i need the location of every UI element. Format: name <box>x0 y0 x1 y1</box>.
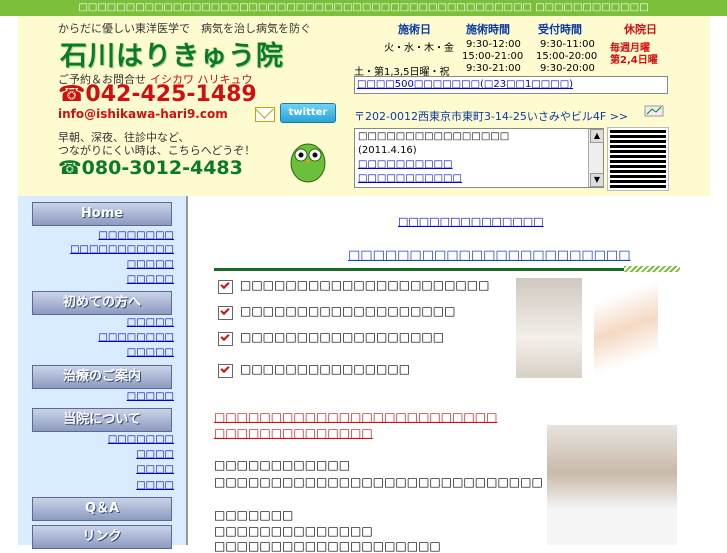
news-link-2[interactable]: □□□□□□□□□□□ <box>358 173 462 184</box>
sidebar-link[interactable]: □□□□□□□□ <box>98 332 174 343</box>
symptom-item: □□□□□□□□□□□□□□□□□□□□□□ <box>240 278 490 292</box>
hours-header-time: 施術時間 <box>466 23 510 36</box>
check-icon <box>218 280 233 294</box>
consult-line-1: 早朝、深夜、往診中など、 <box>58 131 190 144</box>
consult-line-2: つながりにくい時は、こちらへどうぞ！ <box>58 144 256 157</box>
phone-number: ☎042-425-1489 <box>58 82 257 107</box>
hours-row2-time1: 9:30-21:00 <box>466 63 521 74</box>
site-header: からだに優しい東洋医学で 病気を治し病気を防ぐ 石川はりきゅう院 ご予約＆お問合… <box>18 16 710 196</box>
practitioner-photo <box>547 425 677 545</box>
treatment-photo-legs <box>516 278 582 378</box>
email-address[interactable]: info@ishikawa-hari9.com <box>58 107 228 121</box>
hours-row2-recv1: 9:30-20:00 <box>540 63 595 74</box>
nav-treatment-button[interactable]: 治療のご案内 <box>32 365 172 389</box>
sidebar: Home □□□□□□□□ □□□□□□□□□□□ □□□□□ □□□□□ 初め… <box>18 196 188 549</box>
body-text: □□□□□□□□□□□□□□ <box>214 524 373 538</box>
clinic-logo-title[interactable]: 石川はりきゅう院 <box>60 34 284 73</box>
closed-sunday: 第2,4日曜 <box>610 55 658 66</box>
sidebar-link[interactable]: □□□□□ <box>127 259 174 270</box>
twitter-button[interactable]: twitter <box>280 103 336 123</box>
nav-links-button[interactable]: リンク <box>32 525 172 549</box>
mail-icon[interactable] <box>255 107 275 122</box>
check-icon <box>218 364 233 378</box>
mobile-number: ☎080-3012-4483 <box>58 157 243 179</box>
hours-header-day: 施術日 <box>398 23 431 36</box>
scroll-down-arrow-icon[interactable]: ▼ <box>590 173 604 187</box>
sidebar-link[interactable]: □□□□□□□□□□□ <box>70 244 174 255</box>
news-scrollbar[interactable]: ▲ ▼ <box>588 129 604 187</box>
divider-pattern <box>624 266 680 272</box>
symptom-item: □□□□□□□□□□□□□□□□□□□ <box>240 304 456 318</box>
hours-row1-time1: 9:30-12:00 <box>466 39 521 50</box>
hours-row1-recv1: 9:30-11:00 <box>540 39 595 50</box>
treatment-photo-woman <box>594 278 658 378</box>
news-line-2: (2011.4.16) <box>358 145 417 156</box>
divider <box>214 268 678 271</box>
owl-mascot-icon <box>290 143 326 183</box>
sidebar-link[interactable]: □□□□□ <box>127 347 174 358</box>
sidebar-link[interactable]: □□□□ <box>136 480 174 491</box>
sidebar-link[interactable]: □□□□ <box>136 449 174 460</box>
symptom-item: □□□□□□□□□□□□□□□ <box>240 362 411 376</box>
main-content: □□□□□□□□□□□□□□ □□□□□□□□□□□□□□□□□□□□□□□ □… <box>188 196 710 553</box>
sidebar-link[interactable]: □□□□□ <box>127 317 174 328</box>
check-icon <box>218 332 233 346</box>
top-link[interactable]: □□□□□□□□□□□□□□ <box>398 215 544 228</box>
sidebar-link[interactable]: □□□□□ <box>127 391 174 402</box>
symptom-item: □□□□□□□□□□□□□□□□□□ <box>240 330 445 344</box>
body-text: □□□□□□□ <box>214 508 294 522</box>
nav-about-button[interactable]: 当院について <box>32 408 172 432</box>
section-heading[interactable]: □□□□□□□□□□□□□□□□□□□□□□□ <box>348 248 631 263</box>
check-icon <box>218 306 233 320</box>
body-text: □□□□□□□□□□□□ <box>214 458 351 472</box>
news-box[interactable]: □□□□□□□□□□□□□□□□ (2011.4.16) □□□□□□□□□□ … <box>354 128 604 188</box>
news-link-1[interactable]: □□□□□□□□□□ <box>358 159 452 170</box>
address-link[interactable]: 〒202-0012西東京市東町3-14-25いさみやビル4F >> <box>354 108 628 124</box>
hours-row1-day: 火・水・木・金 <box>384 43 454 54</box>
red-link-1[interactable]: □□□□□□□□□□□□□□□□□□□□□□□□□ <box>214 410 497 424</box>
notice-link[interactable]: □□□□500□□□□□□□(□23□□1□□□□) <box>354 76 668 94</box>
nav-home-button[interactable]: Home <box>32 202 172 226</box>
consult-note: 早朝、深夜、往診中など、 つながりにくい時は、こちらへどうぞ！ <box>58 131 255 157</box>
sidebar-link[interactable]: □□□□□□□ <box>108 434 174 445</box>
hours-row1-recv2: 15:00-20:00 <box>536 51 598 62</box>
qr-code <box>607 127 669 191</box>
hours-row1-time2: 15:00-21:00 <box>462 51 524 62</box>
map-icon[interactable] <box>644 104 664 118</box>
hours-header-reception: 受付時間 <box>538 23 582 36</box>
sidebar-link[interactable]: □□□□ <box>136 464 174 475</box>
nav-first-visit-button[interactable]: 初めての方へ <box>32 291 172 315</box>
sidebar-link[interactable]: □□□□□ <box>127 274 174 285</box>
nav-qa-button[interactable]: Q＆A <box>32 497 172 521</box>
scroll-up-arrow-icon[interactable]: ▲ <box>590 129 604 143</box>
news-line-1: □□□□□□□□□□□□□□□□ <box>358 131 510 142</box>
body-text: □□□□□□□□□□□□□□□□□□□□□□□□□□□□□ <box>214 475 543 489</box>
sidebar-link[interactable]: □□□□□□□□ <box>98 230 174 241</box>
hours-header-closed: 休院日 <box>624 23 657 36</box>
body-text: □□□□□□□□□□□□□□□□□□□□ <box>214 539 441 553</box>
red-link-2[interactable]: □□□□□□□□□□□□□□ <box>214 426 373 440</box>
top-banner[interactable]: □□□□□□□□□□□□□□□□□□□□□□□□□□□□□□□□□□□□□□□□… <box>0 0 727 16</box>
